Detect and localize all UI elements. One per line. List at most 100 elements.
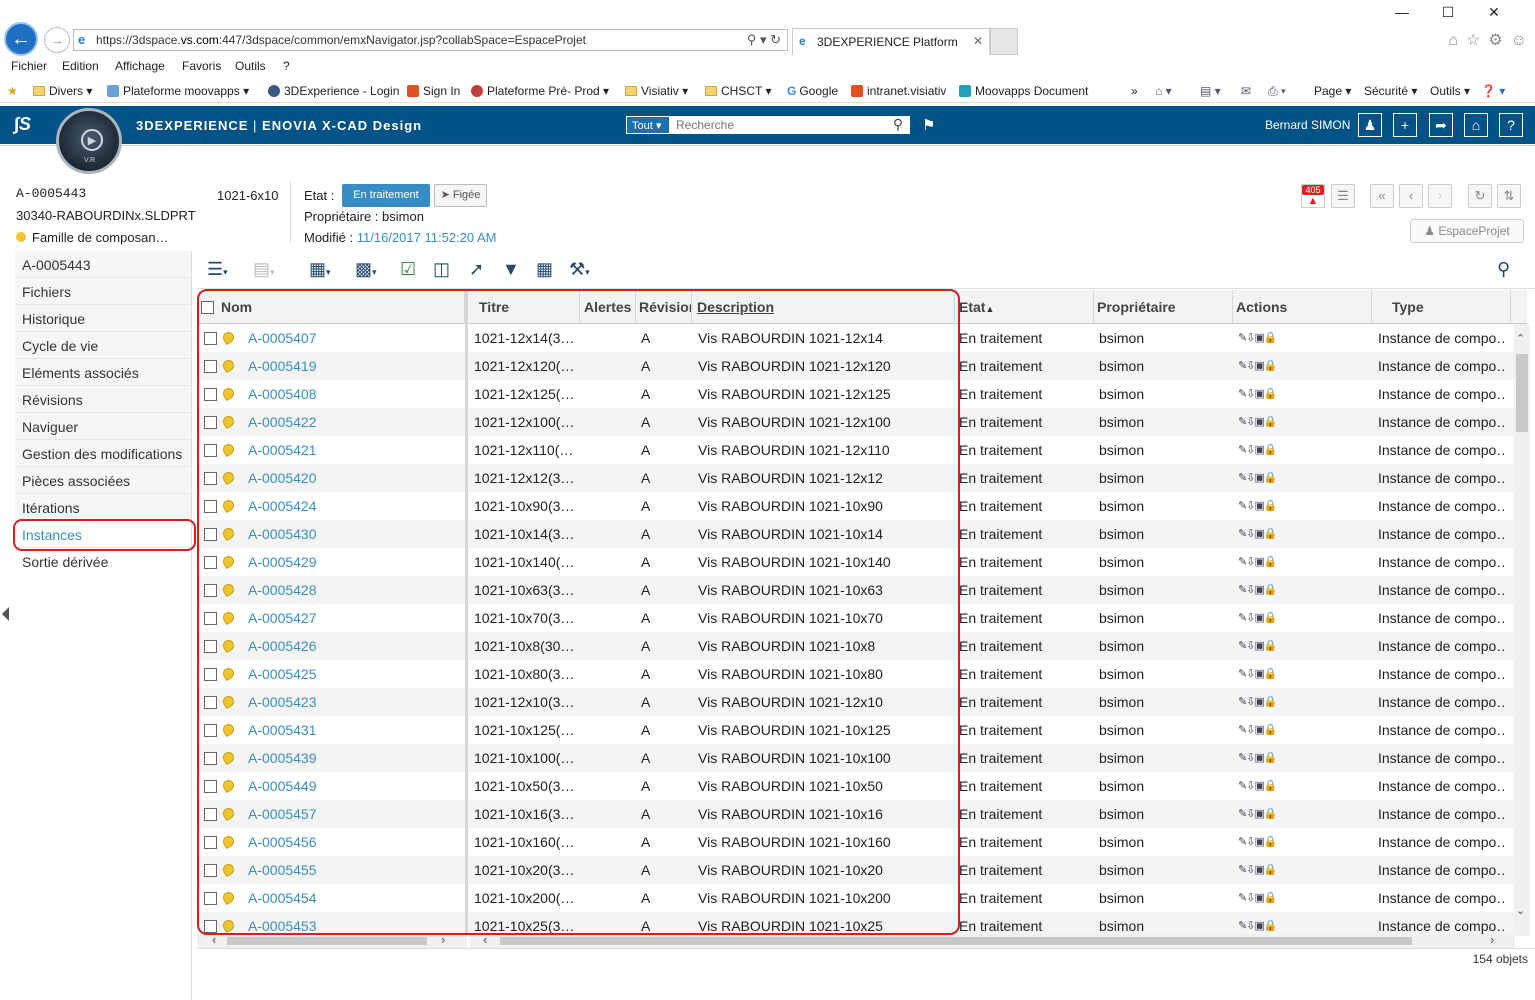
row-name-link[interactable]: A-0005428 [248, 582, 317, 598]
star-icon[interactable]: ☆ [1466, 32, 1480, 49]
open-action-icon[interactable]: ▣ [1254, 388, 1264, 400]
row-name-link[interactable]: A-0005408 [248, 386, 317, 402]
row-checkbox[interactable] [204, 836, 217, 849]
row-checkbox[interactable] [204, 500, 217, 513]
lock-action-icon[interactable]: 🔒 [1264, 612, 1277, 624]
table-row[interactable]: A-0005422 1021-12x100(… A Vis RABOURDIN 102… [197, 408, 1527, 436]
row-name-link[interactable]: A-0005423 [248, 694, 317, 710]
sidebar-item-fichiers[interactable]: Fichiers [15, 278, 191, 305]
open-action-icon[interactable]: ▣ [1254, 528, 1264, 540]
table-row[interactable]: A-0005407 1021-12x14(3… A Vis RABOURDIN 102… [197, 324, 1527, 352]
scroll-up-icon[interactable]: ⌃ [1516, 332, 1525, 345]
search-scope-select[interactable]: Tout ▾ [626, 116, 670, 134]
col-etat[interactable]: Etat▲ [955, 290, 1094, 324]
row-name-link[interactable]: A-0005427 [248, 610, 317, 626]
lock-action-icon[interactable]: 🔒 [1264, 668, 1277, 680]
home-icon[interactable]: ⌂ [1448, 32, 1458, 49]
lock-action-icon[interactable]: 🔒 [1264, 836, 1277, 848]
scroll-right-icon[interactable]: › [1490, 932, 1494, 947]
sidebar-item-object[interactable]: A-0005443 [15, 251, 191, 278]
table-row[interactable]: A-0005426 1021-10x8(30… A Vis RABOURDIN 102… [197, 632, 1527, 660]
menu-favoris[interactable]: Favoris [182, 59, 221, 73]
table-row[interactable]: A-0005423 1021-12x10(3… A Vis RABOURDIN 102… [197, 688, 1527, 716]
open-action-icon[interactable]: ▣ [1254, 808, 1264, 820]
open-action-icon[interactable]: ▣ [1254, 332, 1264, 344]
collapse-icon[interactable]: ⇅ [1497, 184, 1521, 208]
scroll-thumb[interactable] [227, 937, 427, 945]
row-name-link[interactable]: A-0005431 [248, 722, 317, 738]
hierarchy-icon[interactable]: ◫ [433, 257, 450, 283]
row-checkbox[interactable] [204, 864, 217, 877]
fav-3dx-login[interactable]: 3DExperience - Login [268, 84, 399, 98]
row-name-link[interactable]: A-0005429 [248, 554, 317, 570]
menu-outils-tb[interactable]: Outils ▾ [1430, 84, 1470, 98]
edit-action-icon[interactable]: ✎ [1238, 528, 1247, 540]
open-action-icon[interactable]: ▣ [1254, 500, 1264, 512]
open-action-icon[interactable]: ▣ [1254, 584, 1264, 596]
next-icon[interactable]: › [1428, 184, 1452, 208]
open-action-icon[interactable]: ▣ [1254, 752, 1264, 764]
row-checkbox[interactable] [204, 612, 217, 625]
table-row[interactable]: A-0005420 1021-12x12(3… A Vis RABOURDIN 102… [197, 464, 1527, 492]
edit-action-icon[interactable]: ✎ [1238, 808, 1247, 820]
open-action-icon[interactable]: ▣ [1254, 780, 1264, 792]
sidebar-item-naviguer[interactable]: Naviguer [15, 413, 191, 440]
open-action-icon[interactable]: ▣ [1254, 360, 1264, 372]
edit-action-icon[interactable]: ✎ [1238, 388, 1247, 400]
open-action-icon[interactable]: ▣ [1254, 920, 1264, 932]
edit-action-icon[interactable]: ✎ [1238, 780, 1247, 792]
row-checkbox[interactable] [204, 556, 217, 569]
row-checkbox[interactable] [204, 724, 217, 737]
sidebar-item-gestion-modifications[interactable]: Gestion des modifications [15, 440, 191, 467]
lock-action-icon[interactable]: 🔒 [1264, 864, 1277, 876]
scroll-thumb[interactable] [500, 937, 1412, 945]
open-icon[interactable]: ➚ [469, 257, 484, 283]
share-icon[interactable]: ➦ [1429, 113, 1453, 137]
table-row[interactable]: A-0005419 1021-12x120(… A Vis RABOURDIN 102… [197, 352, 1527, 380]
edit-action-icon[interactable]: ✎ [1238, 892, 1247, 904]
lock-action-icon[interactable]: 🔒 [1264, 388, 1277, 400]
row-checkbox[interactable] [204, 472, 217, 485]
minimize-icon[interactable]: — [1379, 4, 1425, 20]
open-action-icon[interactable]: ▣ [1254, 556, 1264, 568]
state-button[interactable]: En traitement [342, 184, 430, 207]
search-input[interactable] [670, 116, 910, 134]
collab-space-button[interactable]: ♟ EspaceProjet [1410, 219, 1524, 243]
row-name-link[interactable]: A-0005422 [248, 414, 317, 430]
home-icon[interactable]: ⌂ [1464, 113, 1488, 137]
row-checkbox[interactable] [204, 892, 217, 905]
edit-action-icon[interactable]: ✎ [1238, 920, 1247, 932]
open-action-icon[interactable]: ▣ [1254, 696, 1264, 708]
print-icon[interactable]: ⎙ ▾ [1268, 84, 1286, 99]
table-row[interactable]: A-0005455 1021-10x20(3… A Vis RABOURDIN 102… [197, 856, 1527, 884]
edit-action-icon[interactable]: ✎ [1238, 444, 1247, 456]
close-tab-icon[interactable]: ✕ [973, 34, 983, 48]
scroll-down-icon[interactable]: ⌄ [1516, 904, 1525, 917]
table-row[interactable]: A-0005429 1021-10x140(… A Vis RABOURDIN 102… [197, 548, 1527, 576]
horizontal-scrollbar-left[interactable]: ‹ › [197, 932, 467, 948]
col-proprietaire[interactable]: Propriétaire [1094, 290, 1233, 324]
sidebar-item-historique[interactable]: Historique [15, 305, 191, 332]
lock-action-icon[interactable]: 🔒 [1264, 500, 1277, 512]
row-checkbox[interactable] [204, 444, 217, 457]
edit-action-icon[interactable]: ✎ [1238, 332, 1247, 344]
row-name-link[interactable]: A-0005449 [248, 778, 317, 794]
fav-sign-in[interactable]: Sign In [407, 84, 460, 98]
table-row[interactable]: A-0005430 1021-10x14(3… A Vis RABOURDIN 102… [197, 520, 1527, 548]
row-checkbox[interactable] [204, 640, 217, 653]
edit-action-icon[interactable]: ✎ [1238, 836, 1247, 848]
row-name-link[interactable]: A-0005426 [248, 638, 317, 654]
vertical-scrollbar[interactable]: ⌃ ⌄ [1514, 324, 1530, 936]
row-name-link[interactable]: A-0005419 [248, 358, 317, 374]
row-checkbox[interactable] [204, 360, 217, 373]
table-row[interactable]: A-0005428 1021-10x63(3… A Vis RABOURDIN 102… [197, 576, 1527, 604]
col-type[interactable]: Type [1372, 290, 1511, 324]
col-description[interactable]: Description [692, 290, 955, 324]
sidebar-item-instances[interactable]: Instances [15, 521, 191, 548]
table-edit-icon[interactable]: ▦▾ [309, 257, 331, 283]
select-all-checkbox[interactable] [201, 301, 214, 314]
collapse-sidebar-icon[interactable] [2, 607, 9, 621]
help-icon[interactable]: ❓ ▾ [1481, 84, 1505, 98]
lock-action-icon[interactable]: 🔒 [1264, 416, 1277, 428]
menu-edition[interactable]: Edition [62, 59, 99, 73]
